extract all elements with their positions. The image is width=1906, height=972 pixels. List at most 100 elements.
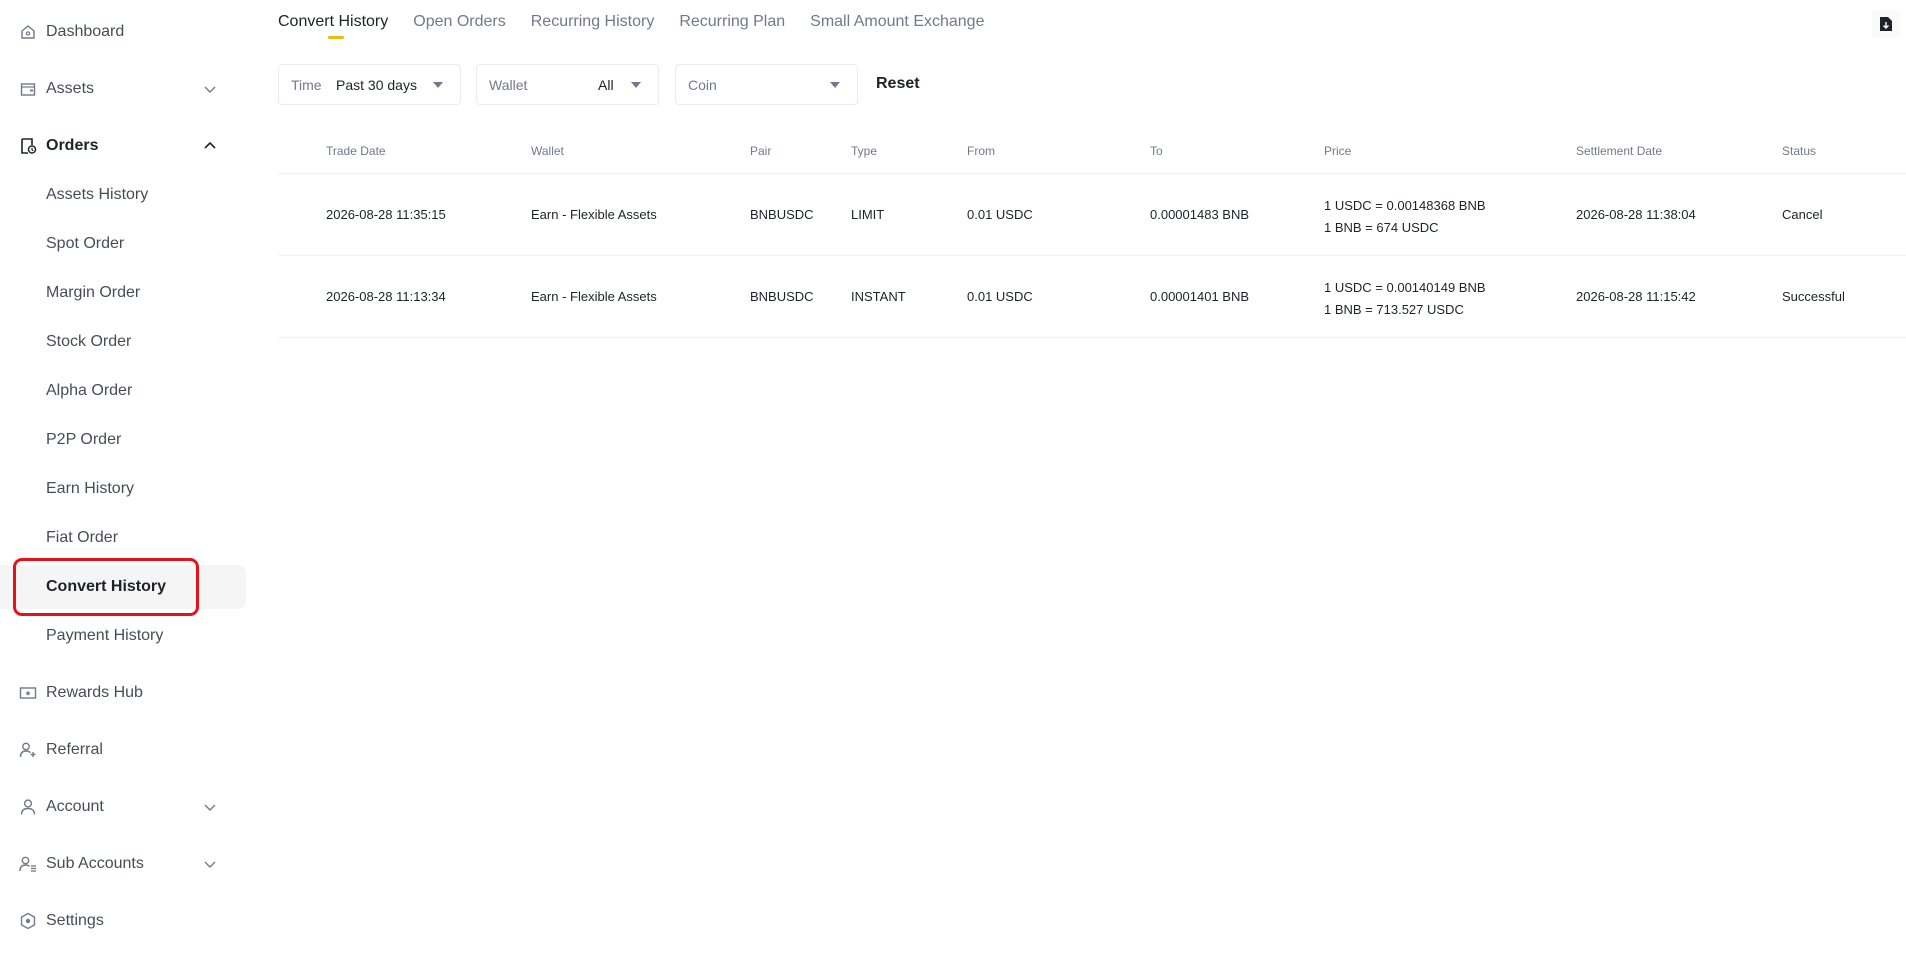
cell-type: LIMIT <box>851 207 885 222</box>
convert-history-table: Trade Date Wallet Pair Type From To Pric… <box>278 128 1906 338</box>
sidebar-item-orders[interactable]: Orders <box>0 126 246 166</box>
price-line: 1 USDC = 0.00148368 BNB <box>1324 198 1486 213</box>
cell-wallet: Earn - Flexible Assets <box>531 207 657 222</box>
header-settlement-date: Settlement Date <box>1576 144 1663 158</box>
sidebar-item-alpha-order[interactable]: Alpha Order <box>0 369 246 413</box>
table-row[interactable]: 2026-08-28 11:13:34 Earn - Flexible Asse… <box>278 256 1906 338</box>
cell-status: Cancel <box>1782 207 1823 222</box>
reset-button[interactable]: Reset <box>876 75 920 93</box>
sidebar-item-label: Dashboard <box>46 23 125 40</box>
chevron-up-icon[interactable] <box>202 138 218 154</box>
cell-to: 0.00001483 BNB <box>1150 207 1250 222</box>
caret-down-icon <box>631 81 641 88</box>
header-wallet: Wallet <box>531 144 564 158</box>
header-from: From <box>967 144 995 158</box>
account-icon <box>19 798 37 816</box>
sidebar-item-label: Spot Order <box>46 235 125 252</box>
export-icon <box>1880 17 1892 31</box>
chevron-down-icon[interactable] <box>202 81 218 97</box>
cell-from: 0.01 USDC <box>967 289 1033 304</box>
tab-open-orders[interactable]: Open Orders <box>413 0 505 46</box>
header-pair: Pair <box>750 144 772 158</box>
caret-down-icon <box>830 81 840 88</box>
header-to: To <box>1150 144 1163 158</box>
sidebar-item-label: Earn History <box>46 480 135 497</box>
sidebar-item-label: Account <box>46 798 104 815</box>
chevron-down-icon[interactable] <box>202 799 218 815</box>
sub-accounts-icon <box>19 855 37 873</box>
tab-convert-history[interactable]: Convert History <box>278 0 388 46</box>
sidebar-item-spot-order[interactable]: Spot Order <box>0 222 246 266</box>
sidebar-item-dashboard[interactable]: Dashboard <box>0 12 246 52</box>
cell-pair: BNBUSDC <box>750 207 814 222</box>
chevron-down-icon[interactable] <box>202 856 218 872</box>
price-line: 1 BNB = 674 USDC <box>1324 220 1439 235</box>
settings-icon <box>19 912 37 930</box>
cell-settlement-date: 2026-08-28 11:15:42 <box>1576 289 1696 304</box>
header-type: Type <box>851 144 878 158</box>
wallet-filter-value: All <box>598 76 614 93</box>
sidebar-item-label: Margin Order <box>46 284 141 301</box>
caret-down-icon <box>433 81 443 88</box>
tab-recurring-plan[interactable]: Recurring Plan <box>679 0 785 46</box>
cell-trade-date: 2026-08-28 11:35:15 <box>326 207 446 222</box>
cell-pair: BNBUSDC <box>750 289 814 304</box>
table-row[interactable]: 2026-08-28 11:35:15 Earn - Flexible Asse… <box>278 174 1906 256</box>
sidebar-item-rewards-hub[interactable]: Rewards Hub <box>0 673 246 713</box>
sidebar-item-account[interactable]: Account <box>0 787 246 827</box>
sidebar-item-label: Alpha Order <box>46 382 133 399</box>
wallet-icon <box>19 80 37 98</box>
sidebar-item-label: Orders <box>46 137 99 154</box>
cell-type: INSTANT <box>851 289 906 304</box>
sidebar-item-label: Settings <box>46 912 104 929</box>
sidebar-item-earn-history[interactable]: Earn History <box>0 467 246 511</box>
export-button[interactable] <box>1872 10 1900 38</box>
sidebar-item-payment-history[interactable]: Payment History <box>0 614 246 658</box>
sidebar-item-label: Payment History <box>46 627 164 644</box>
sidebar-item-label: Referral <box>46 741 103 758</box>
tab-small-amount-exchange[interactable]: Small Amount Exchange <box>810 0 984 46</box>
sidebar-item-assets-history[interactable]: Assets History <box>0 173 246 217</box>
sidebar-item-label: Assets History <box>46 186 149 203</box>
dashboard-icon <box>19 23 37 41</box>
coin-filter[interactable]: Coin <box>675 64 858 105</box>
sidebar-item-label: Assets <box>46 80 95 97</box>
coin-filter-placeholder: Coin <box>688 76 717 93</box>
selection-highlight <box>13 558 199 616</box>
sidebar-item-p2p-order[interactable]: P2P Order <box>0 418 246 462</box>
price-line: 1 USDC = 0.00140149 BNB <box>1324 280 1486 295</box>
cell-wallet: Earn - Flexible Assets <box>531 289 657 304</box>
sidebar-item-stock-order[interactable]: Stock Order <box>0 320 246 364</box>
cell-trade-date: 2026-08-28 11:13:34 <box>326 289 446 304</box>
sidebar-item-label: Fiat Order <box>46 529 119 546</box>
cell-from: 0.01 USDC <box>967 207 1033 222</box>
sidebar-item-referral[interactable]: Referral <box>0 730 246 770</box>
referral-icon <box>19 741 37 759</box>
order-tabs: Convert History Open Orders Recurring Hi… <box>278 0 1009 46</box>
time-filter[interactable]: Time Past 30 days <box>278 64 461 105</box>
time-filter-label: Time <box>291 76 322 93</box>
rewards-icon <box>19 684 37 702</box>
header-status: Status <box>1782 144 1817 158</box>
sidebar-item-assets[interactable]: Assets <box>0 69 246 109</box>
sidebar-item-settings[interactable]: Settings <box>0 901 246 941</box>
sidebar-item-label: Sub Accounts <box>46 855 144 872</box>
price-line: 1 BNB = 713.527 USDC <box>1324 302 1464 317</box>
sidebar-item-label: Stock Order <box>46 333 132 350</box>
cell-price: 1 USDC = 0.00148368 BNB 1 BNB = 674 USDC <box>1324 195 1486 239</box>
sidebar-item-label: Rewards Hub <box>46 684 143 701</box>
wallet-filter[interactable]: Wallet All <box>476 64 659 105</box>
wallet-filter-label: Wallet <box>489 76 528 93</box>
sidebar: Dashboard Assets Orders Assets History S… <box>0 0 246 972</box>
header-trade-date: Trade Date <box>326 144 386 158</box>
cell-to: 0.00001401 BNB <box>1150 289 1250 304</box>
sidebar-item-margin-order[interactable]: Margin Order <box>0 271 246 315</box>
sidebar-item-fiat-order[interactable]: Fiat Order <box>0 516 246 560</box>
cell-status: Successful <box>1782 289 1845 304</box>
cell-price: 1 USDC = 0.00140149 BNB 1 BNB = 713.527 … <box>1324 277 1486 321</box>
time-filter-value: Past 30 days <box>336 76 417 93</box>
sidebar-item-sub-accounts[interactable]: Sub Accounts <box>0 844 246 884</box>
sidebar-item-label: P2P Order <box>46 431 122 448</box>
tab-recurring-history[interactable]: Recurring History <box>531 0 655 46</box>
orders-icon <box>19 137 37 155</box>
